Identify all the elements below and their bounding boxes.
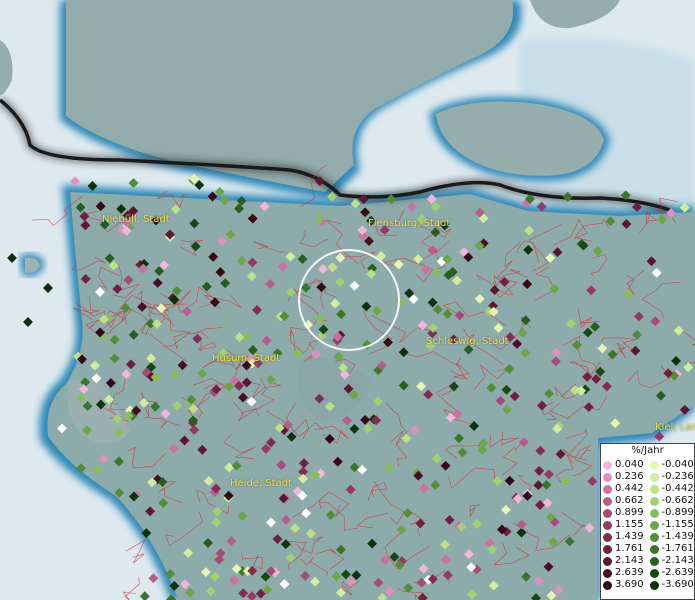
- legend-entry-pos: 2.143: [601, 555, 648, 567]
- legend-entry-pos: 3.690: [601, 579, 648, 591]
- legend-row: 1.155 -1.155: [601, 519, 694, 531]
- legend-entry-neg: -0.662: [648, 495, 695, 507]
- legend-swatch: [649, 556, 659, 566]
- legend-row: 2.143 -2.143: [601, 555, 694, 567]
- legend-entry-neg: -0.236: [648, 471, 695, 483]
- city-label-kiel: Kiel, Lan: [655, 422, 695, 433]
- legend-row: 3.690 -3.690: [601, 579, 694, 591]
- legend-swatch: [649, 532, 659, 542]
- legend-value: -2.639: [661, 567, 694, 578]
- legend-row: 1.439 -1.439: [601, 531, 694, 543]
- legend-row: 0.662 -0.662: [601, 495, 694, 507]
- legend-rows: 0.040 -0.040 0.236 -0.236 0.442 -0.442 0.662 -0…: [601, 459, 694, 591]
- map-canvas[interactable]: [0, 0, 695, 600]
- legend-row: 0.040 -0.040: [601, 459, 694, 471]
- legend-value: -0.236: [661, 471, 694, 482]
- legend-value: 0.899: [615, 507, 644, 518]
- legend-entry-pos: 1.761: [601, 543, 648, 555]
- legend-entry-pos: 1.439: [601, 531, 648, 543]
- legend: %/Jahr 0.040 -0.040 0.236 -0.236 0.442 -0.442…: [600, 443, 695, 600]
- legend-entry-neg: -1.439: [648, 531, 695, 543]
- legend-entry-neg: -3.690: [648, 579, 695, 591]
- legend-value: -1.155: [661, 519, 694, 530]
- legend-swatch: [649, 508, 659, 518]
- legend-swatch: [603, 544, 612, 554]
- legend-swatch: [603, 580, 612, 590]
- legend-value: 0.236: [615, 471, 644, 482]
- legend-swatch: [603, 472, 612, 482]
- legend-value: -0.040: [661, 459, 694, 470]
- legend-value: -1.439: [661, 531, 694, 542]
- legend-value: -0.662: [661, 495, 694, 506]
- legend-title: %/Jahr: [631, 445, 664, 456]
- legend-value: -2.143: [661, 555, 694, 566]
- legend-swatch: [603, 556, 612, 566]
- legend-entry-neg: -0.442: [648, 483, 695, 495]
- legend-value: 0.442: [615, 483, 644, 494]
- legend-entry-neg: -1.761: [648, 543, 695, 555]
- legend-swatch: [603, 484, 612, 494]
- legend-value: 3.690: [615, 579, 644, 590]
- legend-swatch: [603, 568, 612, 578]
- legend-value: -3.690: [661, 579, 694, 590]
- legend-swatch: [649, 544, 659, 554]
- city-label-husum: Husum, Stadt: [212, 353, 281, 364]
- legend-entry-pos: 2.639: [601, 567, 648, 579]
- legend-entry-pos: 0.236: [601, 471, 648, 483]
- legend-value: 1.155: [615, 519, 644, 530]
- legend-swatch: [603, 508, 612, 518]
- legend-swatch: [603, 496, 612, 506]
- legend-entry-pos: 0.040: [601, 459, 648, 471]
- legend-entry-neg: -1.155: [648, 519, 695, 531]
- legend-swatch: [603, 520, 612, 530]
- legend-swatch: [603, 460, 612, 470]
- legend-entry-neg: -0.899: [648, 507, 695, 519]
- legend-entry-pos: 0.662: [601, 495, 648, 507]
- legend-value: -1.761: [661, 543, 694, 554]
- legend-swatch: [649, 472, 659, 482]
- legend-entry-pos: 0.442: [601, 483, 648, 495]
- legend-value: 1.439: [615, 531, 644, 542]
- legend-swatch: [649, 520, 659, 530]
- legend-entry-neg: -0.040: [648, 459, 695, 471]
- legend-value: -0.899: [661, 507, 694, 518]
- legend-value: 2.639: [615, 567, 644, 578]
- legend-value: 0.040: [615, 459, 644, 470]
- city-label-heide: Heide, Stadt: [230, 478, 292, 489]
- legend-swatch: [603, 532, 612, 542]
- legend-row: 0.442 -0.442: [601, 483, 694, 495]
- city-label-schleswig: Schleswig, Stadt: [426, 336, 509, 347]
- legend-entry-neg: -2.639: [648, 567, 695, 579]
- city-label-niebuell: Niebüll, Stadt: [102, 214, 170, 225]
- legend-row: 2.639 -2.639: [601, 567, 694, 579]
- legend-row: 0.236 -0.236: [601, 471, 694, 483]
- legend-swatch: [649, 460, 659, 470]
- legend-entry-neg: -2.143: [648, 555, 695, 567]
- legend-value: 0.662: [615, 495, 644, 506]
- legend-value: 1.761: [615, 543, 644, 554]
- legend-swatch: [649, 484, 659, 494]
- legend-row: 1.761 -1.761: [601, 543, 694, 555]
- legend-swatch: [649, 580, 659, 590]
- legend-value: 2.143: [615, 555, 644, 566]
- legend-swatch: [649, 496, 659, 506]
- city-label-flensburg: Flensburg, Stadt: [368, 218, 451, 229]
- legend-entry-pos: 1.155: [601, 519, 648, 531]
- legend-row: 0.899 -0.899: [601, 507, 694, 519]
- legend-swatch: [649, 568, 659, 578]
- legend-value: -0.442: [661, 483, 694, 494]
- legend-entry-pos: 0.899: [601, 507, 648, 519]
